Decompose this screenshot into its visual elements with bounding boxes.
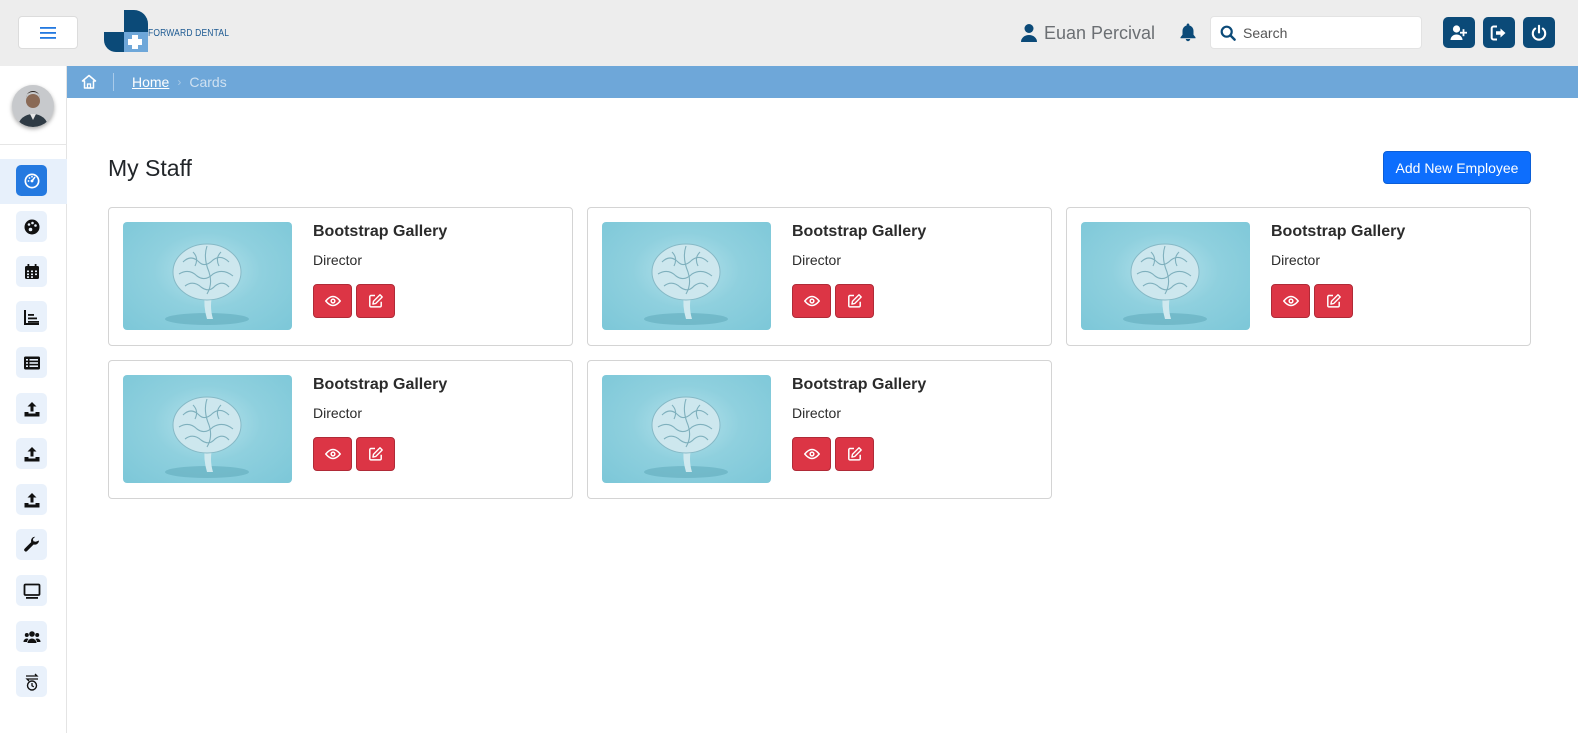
page-title: My Staff (108, 155, 192, 181)
power-button[interactable] (1523, 17, 1555, 48)
edit-icon (368, 294, 383, 308)
brain-image (165, 396, 249, 478)
top-bar: FORWARD DENTAL Euan Percival (0, 0, 1578, 66)
brain-image (1123, 243, 1207, 325)
staff-name: Bootstrap Gallery (313, 223, 448, 240)
gauge-icon (24, 173, 39, 188)
wrench-icon (23, 536, 39, 552)
staff-photo (123, 375, 292, 483)
eye-icon (1282, 295, 1299, 307)
sidebar-divider (0, 144, 67, 145)
staff-card: Bootstrap Gallery Director (587, 207, 1052, 346)
edit-button[interactable] (1314, 284, 1353, 318)
brain-image (644, 396, 728, 478)
sidebar-item-palette[interactable] (16, 211, 47, 242)
palette-icon (24, 219, 39, 234)
users-icon (22, 630, 41, 643)
staff-role: Director (313, 252, 363, 268)
calendar-icon (24, 263, 39, 279)
sidebar-item-charts[interactable] (16, 301, 47, 332)
clock-arrows-icon (24, 673, 39, 691)
power-icon (1531, 24, 1547, 41)
brain-image (165, 243, 249, 325)
breadcrumb-current: Cards (189, 74, 227, 90)
staff-card: Bootstrap Gallery Director (587, 360, 1052, 499)
staff-name: Bootstrap Gallery (1271, 223, 1406, 240)
staff-photo (1081, 222, 1250, 330)
staff-card: Bootstrap Gallery Director (108, 360, 573, 499)
sidebar-item-list[interactable] (16, 347, 47, 378)
upload-icon (24, 401, 39, 416)
edit-button[interactable] (356, 284, 395, 318)
brain-image (644, 243, 728, 325)
view-button[interactable] (313, 284, 352, 318)
upload-icon (24, 446, 39, 461)
sidebar-item-history[interactable] (16, 666, 47, 697)
view-button[interactable] (1271, 284, 1310, 318)
user-plus-icon (1450, 24, 1467, 40)
staff-photo (602, 222, 771, 330)
avatar[interactable] (12, 85, 54, 127)
sidebar-item-upload-2[interactable] (16, 438, 47, 469)
sidebar-item-tools[interactable] (16, 529, 47, 560)
staff-name: Bootstrap Gallery (792, 223, 927, 240)
search-input[interactable] (1243, 24, 1403, 41)
view-button[interactable] (792, 284, 831, 318)
bell-icon[interactable] (1179, 22, 1197, 42)
sidebar-item-upload-3[interactable] (16, 484, 47, 515)
staff-role: Director (792, 405, 842, 421)
staff-name: Bootstrap Gallery (792, 376, 927, 393)
edit-button[interactable] (835, 437, 874, 471)
sidebar-item-calendar[interactable] (16, 256, 47, 287)
breadcrumb-home-link[interactable]: Home (132, 74, 169, 90)
sidebar (0, 66, 67, 733)
sidebar-item-users[interactable] (16, 621, 47, 652)
view-button[interactable] (313, 437, 352, 471)
edit-icon (847, 294, 862, 308)
add-user-button[interactable] (1443, 17, 1475, 48)
chart-line-icon (23, 309, 39, 325)
edit-button[interactable] (835, 284, 874, 318)
view-button[interactable] (792, 437, 831, 471)
logout-button[interactable] (1483, 17, 1515, 48)
hamburger-icon (40, 26, 56, 39)
sidebar-item-display[interactable] (16, 575, 47, 606)
staff-photo (602, 375, 771, 483)
home-icon[interactable] (81, 74, 97, 90)
monitor-icon (23, 583, 40, 599)
eye-icon (324, 295, 341, 307)
eye-icon (803, 295, 820, 307)
add-new-employee-button[interactable]: Add New Employee (1383, 151, 1531, 184)
edit-icon (847, 447, 862, 461)
staff-card: Bootstrap Gallery Director (1066, 207, 1531, 346)
eye-icon (803, 448, 820, 460)
sidebar-item-upload-1[interactable] (16, 393, 47, 424)
search-icon (1220, 25, 1236, 41)
user-menu[interactable]: Euan Percival (1020, 20, 1155, 46)
upload-icon (24, 492, 39, 507)
logo-text: FORWARD DENTAL (148, 28, 230, 39)
staff-role: Director (313, 405, 363, 421)
menu-toggle-button[interactable] (18, 16, 78, 49)
edit-icon (368, 447, 383, 461)
user-icon (1021, 24, 1037, 42)
avatar-image (12, 85, 54, 127)
sidebar-item-dashboard[interactable] (16, 165, 47, 196)
staff-name: Bootstrap Gallery (313, 376, 448, 393)
search-box[interactable] (1210, 16, 1422, 49)
edit-button[interactable] (356, 437, 395, 471)
user-name: Euan Percival (1044, 22, 1156, 43)
staff-photo (123, 222, 292, 330)
list-icon (23, 356, 40, 369)
sign-out-icon (1490, 25, 1506, 40)
staff-role: Director (792, 252, 842, 268)
breadcrumb-chevron-icon: › (177, 75, 182, 89)
edit-icon (1326, 294, 1341, 308)
staff-role: Director (1271, 252, 1321, 268)
staff-card: Bootstrap Gallery Director (108, 207, 573, 346)
eye-icon (324, 448, 341, 460)
breadcrumb-divider (113, 73, 114, 91)
breadcrumb: Home › Cards (67, 66, 1578, 98)
